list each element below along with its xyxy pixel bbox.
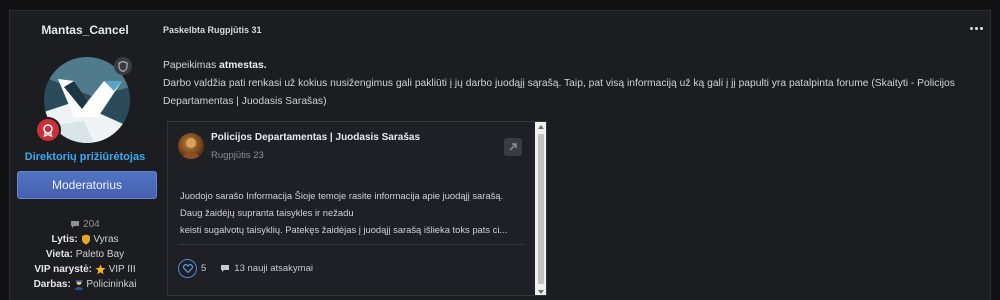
scroll-thumb[interactable] <box>538 134 544 284</box>
embed-date: Rugpjūtis 23 <box>211 150 264 161</box>
post-line-2: Darbo valdžia pati renkasi už kokius nus… <box>163 78 955 89</box>
excerpt-line: Juodojo sarašo Informacija Šioje temoje … <box>180 190 504 201</box>
comment-icon <box>221 265 230 272</box>
post-line-3: Departamentas | Juodasis Sarašas) <box>163 96 327 107</box>
scroll-down-icon[interactable] <box>538 290 544 294</box>
post-date[interactable]: Paskelbta Rugpjūtis 31 <box>163 11 262 48</box>
embedded-topic: Policijos Departamentas | Juodasis Saraš… <box>167 121 547 296</box>
embed-content: Policijos Departamentas | Juodasis Saraš… <box>168 122 535 295</box>
star-icon <box>95 264 106 275</box>
excerpt-line: keisti sugalvotų taisyklių. Patekęs žaid… <box>180 224 508 235</box>
rank-badge-icon <box>35 117 61 143</box>
post-count: 204 <box>10 217 160 232</box>
scroll-up-icon[interactable] <box>538 125 544 129</box>
gender-row: Lytis: Vyras <box>51 234 119 245</box>
heart-icon[interactable] <box>178 259 197 278</box>
forum-post: Mantas_Cancel Direktorių prižiūrėtojas M… <box>9 10 991 300</box>
user-group: Direktorių prižiūrėtojas <box>24 151 146 163</box>
role-button[interactable]: Moderatorius <box>17 171 157 199</box>
embed-footer: 5 13 nauji atsakymai <box>178 259 313 278</box>
more-icon[interactable] <box>968 21 984 35</box>
embed-title[interactable]: Policijos Departamentas | Juodasis Saraš… <box>211 132 420 143</box>
shield-emoji-icon <box>81 234 90 245</box>
police-icon <box>74 279 83 290</box>
job-row: Darbas: Policininkai <box>33 279 137 290</box>
vip-row: VIP narystė: VIP III <box>34 264 136 275</box>
location-row: Vieta: Paleto Bay <box>45 249 125 260</box>
post-content: Papeikimas atmestas. Darbo valdžia pati … <box>163 57 983 111</box>
embed-scrollbar[interactable] <box>535 122 546 295</box>
excerpt-line: Daug žaidėjų supranta taisykles ir nežad… <box>180 207 354 218</box>
post-line-1: Papeikimas atmestas. <box>163 60 267 71</box>
top-strip <box>0 0 1000 10</box>
reply-count[interactable]: 13 nauji atsakymai <box>234 263 313 274</box>
author-panel: Mantas_Cancel Direktorių prižiūrėtojas M… <box>10 11 160 300</box>
like-count: 5 <box>201 263 207 274</box>
comment-icon <box>71 220 80 228</box>
divider <box>178 244 524 245</box>
share-icon[interactable] <box>504 138 522 156</box>
embed-avatar[interactable] <box>178 133 204 159</box>
embed-excerpt: Juodojo sarašo Informacija Šioje temoje … <box>180 187 530 238</box>
author-stats: 204 Lytis: Vyras Vieta: Paleto Bay VIP n… <box>10 217 160 292</box>
author-name[interactable]: Mantas_Cancel <box>10 11 160 48</box>
shield-icon <box>114 57 132 75</box>
